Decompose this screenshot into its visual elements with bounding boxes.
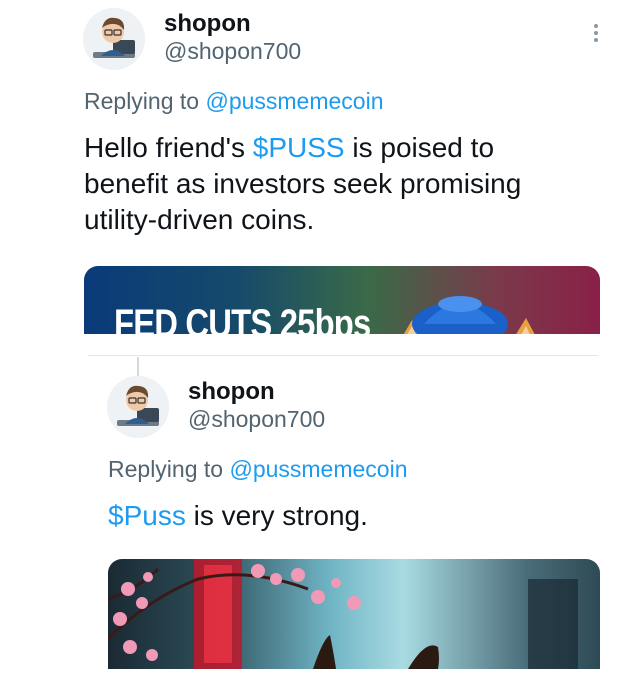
media-headline: FED CUTS 25bps (114, 302, 371, 334)
thread-connector-line (137, 357, 139, 377)
tweet-text: $Puss is very strong. (108, 498, 588, 534)
cashtag-link[interactable]: $PUSS (253, 132, 345, 163)
more-options-icon[interactable] (590, 22, 602, 44)
author-handle[interactable]: @shopon700 (188, 406, 325, 433)
replying-to: Replying to @pussmemecoin (84, 88, 384, 115)
avatar[interactable] (107, 376, 169, 438)
author-handle[interactable]: @shopon700 (164, 38, 301, 65)
tweet-media-image[interactable] (108, 559, 600, 669)
cat-hat-illustration (403, 296, 535, 334)
replying-to-label: Replying to (108, 456, 230, 482)
tweet-media-image[interactable]: FED CUTS 25bps (84, 266, 600, 334)
mention-link[interactable]: @pussmemecoin (229, 456, 407, 482)
vertical-dots-icon (594, 24, 598, 42)
avatar-illustration (83, 8, 145, 70)
replying-to: Replying to @pussmemecoin (108, 456, 408, 483)
cherry-blossom-illustration (108, 559, 578, 669)
tweet-text-end: is very strong. (185, 500, 368, 531)
mention-link[interactable]: @pussmemecoin (205, 88, 383, 114)
replying-to-label: Replying to (84, 88, 206, 114)
author-name[interactable]: shopon (164, 10, 251, 38)
avatar[interactable] (83, 8, 145, 70)
tweet-text: Hello friend's $PUSS is poised to benefi… (84, 130, 584, 238)
tweet-text-start: Hello friend's (84, 132, 253, 163)
divider (88, 355, 598, 356)
avatar-illustration (107, 376, 169, 438)
cashtag-link[interactable]: $Puss (108, 500, 186, 531)
author-name[interactable]: shopon (188, 378, 275, 406)
